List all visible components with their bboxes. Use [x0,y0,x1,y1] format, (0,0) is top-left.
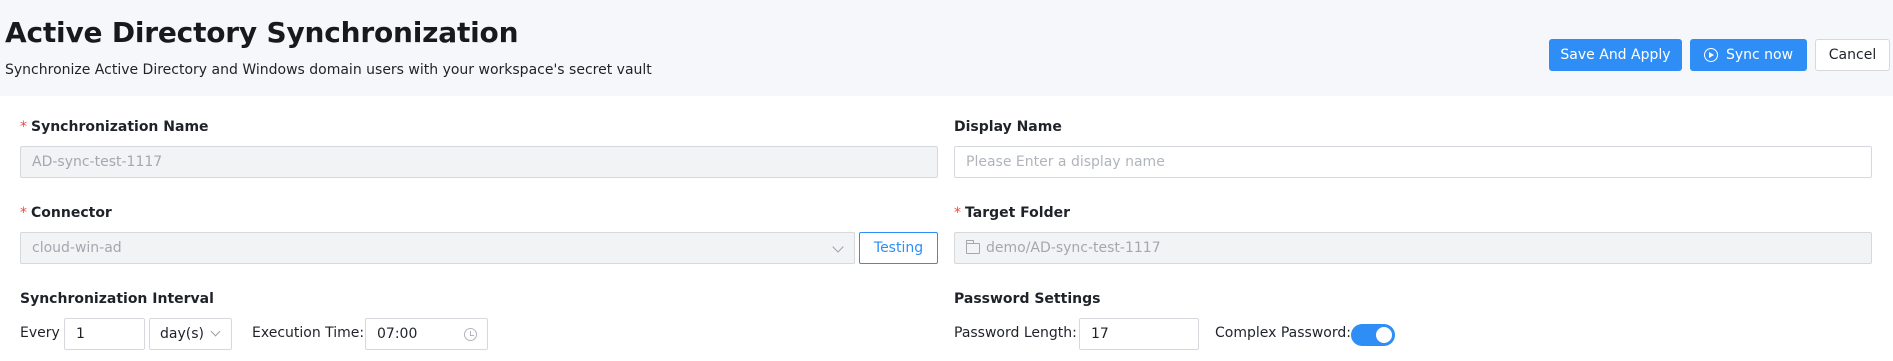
interval-unit-select[interactable]: day(s) [149,318,232,350]
clock-icon [464,328,477,341]
complex-password-toggle[interactable] [1351,324,1395,346]
display-name-label-text: Display Name [954,119,1062,135]
execution-time-value: 07:00 [377,326,418,342]
testing-button[interactable]: Testing [859,232,938,264]
sync-now-button[interactable]: Sync now [1690,39,1807,71]
form-panel: * Synchronization Name AD-sync-test-1117 … [0,96,1893,361]
play-circle-icon [1703,48,1718,62]
target-folder-label: * Target Folder [954,205,1070,221]
folder-icon [965,239,980,254]
chevron-down-icon [832,241,844,253]
page-title: Active Directory Synchronization [5,16,519,49]
interval-unit-value: day(s) [160,326,204,342]
display-name-label: Display Name [954,119,1062,135]
target-folder-value: demo/AD-sync-test-1117 [986,240,1161,256]
execution-time-picker[interactable]: 07:00 [365,318,488,350]
header-actions: Save And Apply Sync now Cancel [1549,39,1890,71]
sync-name-label: * Synchronization Name [20,119,209,135]
complex-password-label: Complex Password: [1215,325,1351,341]
chevron-down-icon [210,326,221,337]
connector-value: cloud-win-ad [32,240,122,256]
sync-name-label-text: Synchronization Name [31,119,209,135]
password-length-label: Password Length: [954,325,1077,341]
required-marker: * [20,205,27,221]
interval-count-input[interactable]: 1 [64,318,145,350]
target-folder-input[interactable]: demo/AD-sync-test-1117 [954,232,1872,264]
connector-label-text: Connector [31,205,112,221]
target-folder-label-text: Target Folder [965,205,1071,221]
display-name-input[interactable]: Please Enter a display name [954,146,1872,178]
save-and-apply-button[interactable]: Save And Apply [1549,39,1682,71]
execution-time-label: Execution Time: [252,325,365,341]
toggle-knob [1376,327,1392,343]
sync-interval-label: Synchronization Interval [20,291,214,307]
required-marker: * [20,119,27,135]
password-settings-label: Password Settings [954,291,1101,307]
required-marker: * [954,205,961,221]
page-subtitle: Synchronize Active Directory and Windows… [5,62,652,78]
connector-label: * Connector [20,205,112,221]
password-length-input[interactable]: 17 [1079,318,1199,350]
every-label: Every [20,325,60,341]
sync-name-input[interactable]: AD-sync-test-1117 [20,146,938,178]
connector-select[interactable]: cloud-win-ad [20,232,855,264]
cancel-button[interactable]: Cancel [1815,39,1890,71]
sync-now-label: Sync now [1725,47,1794,63]
